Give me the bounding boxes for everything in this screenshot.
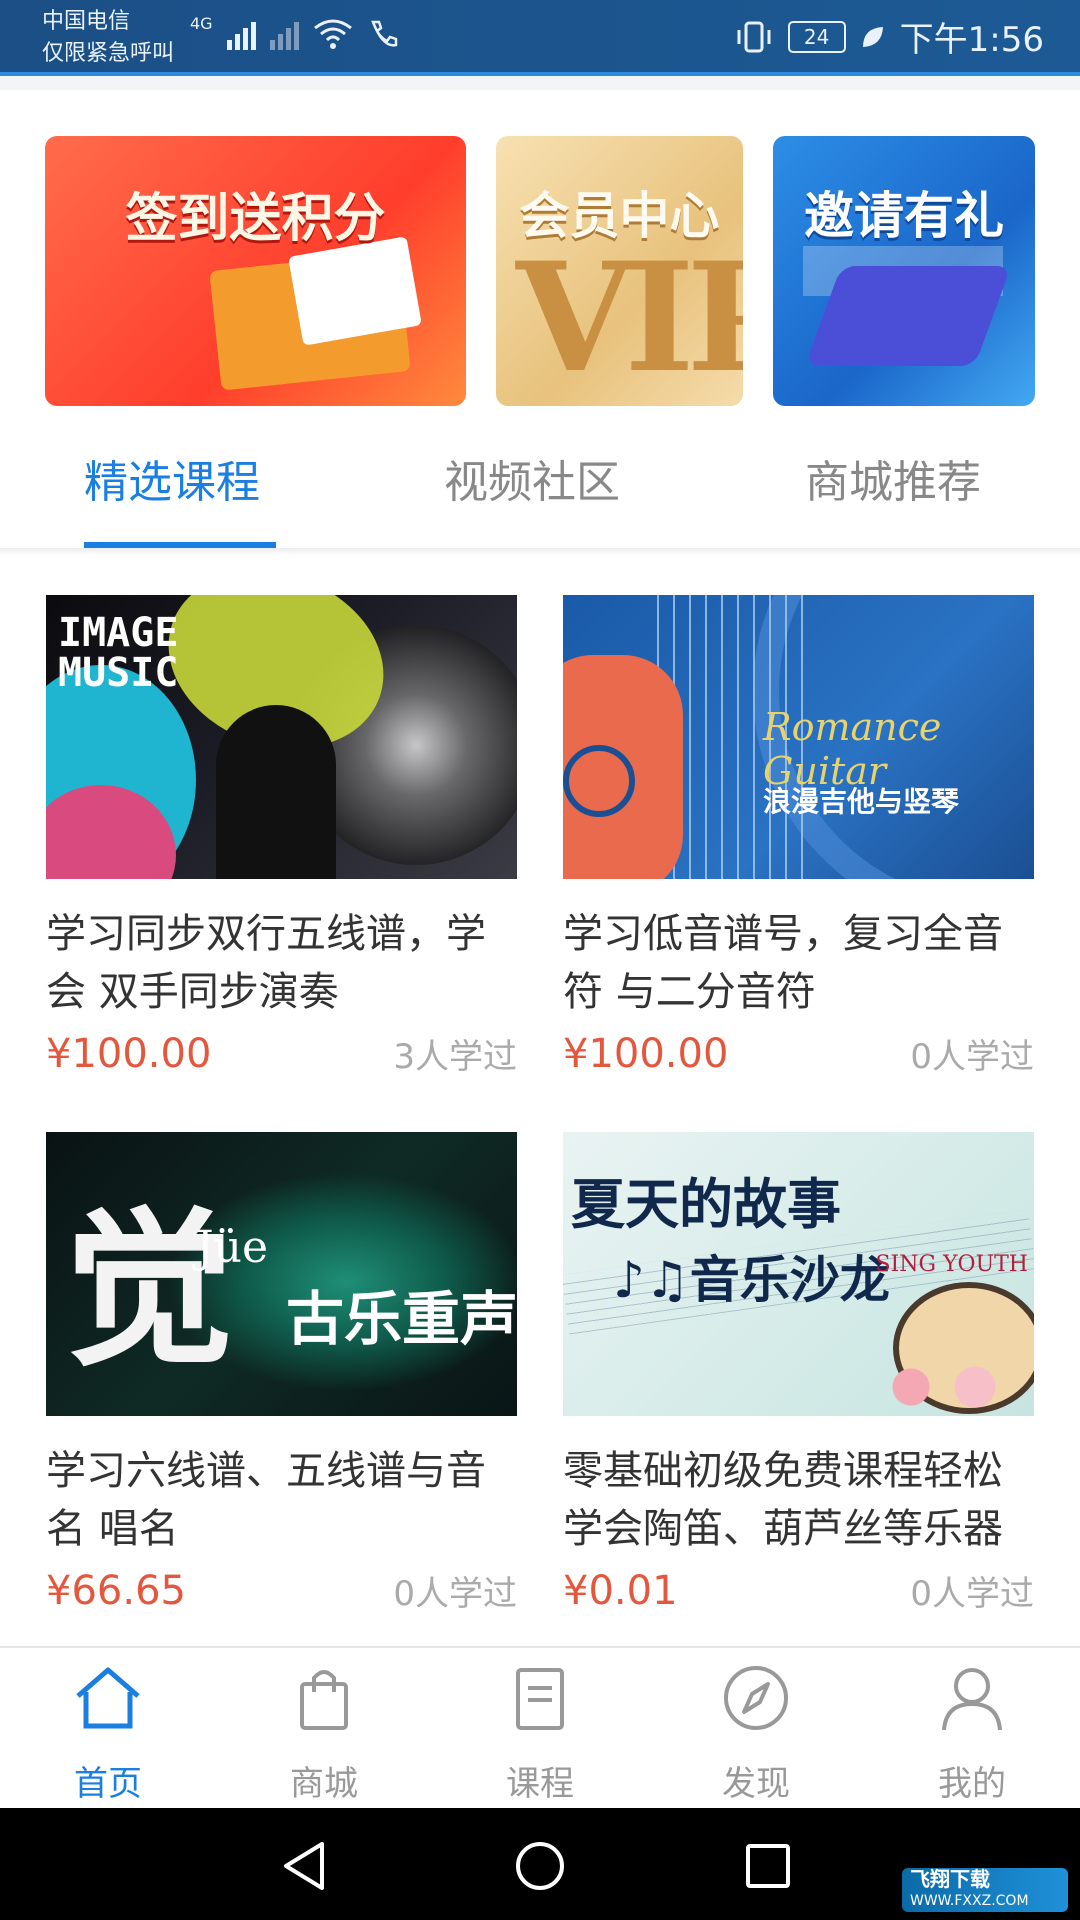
watermark-logo: 飞翔下载 WWW.FXXZ.COM: [902, 1868, 1068, 1912]
header-accent-line: [0, 72, 1080, 76]
learned-count: 0人学过: [393, 1574, 517, 1614]
status-bar: 中国电信 仅限紧急呼叫 4G 24 下午1:56: [0, 0, 1080, 72]
banner-title: 邀请有礼: [804, 187, 1004, 245]
nav-label: 我的: [938, 1764, 1006, 1804]
system-nav-bar: 飞翔下载 WWW.FXXZ.COM: [0, 1808, 1080, 1920]
course-meta: ¥66.65 0人学过: [46, 1566, 517, 1615]
course-thumbnail: 觉 Jüe 古乐重声: [46, 1132, 517, 1416]
home-icon: [76, 1667, 140, 1729]
thumb-glyph: 觉: [64, 1192, 235, 1390]
nav-mall[interactable]: 商城: [216, 1648, 432, 1810]
tab-video-community[interactable]: 视频社区: [444, 446, 620, 510]
tab-featured-courses[interactable]: 精选课程: [84, 446, 260, 510]
shopping-bag-icon: [300, 1670, 348, 1730]
course-thumbnail: IMAGE MUSIC: [46, 595, 517, 879]
tab-divider: [0, 548, 1080, 556]
phone-illustration: [804, 266, 1012, 366]
thumb-subtitle: ♪♫音乐沙龙: [613, 1250, 890, 1309]
course-price: ¥0.01: [563, 1567, 678, 1614]
clock: 下午1:56: [899, 20, 1044, 60]
battery-level: 24: [803, 24, 830, 49]
bottom-nav: 首页 商城 课程 发现 我的: [0, 1646, 1080, 1810]
learned-count: 0人学过: [910, 1574, 1034, 1614]
course-price: ¥100.00: [563, 1030, 729, 1077]
course-title: 学习六线谱、五线谱与音名 唱名: [46, 1448, 486, 1552]
thumb-side-text: SING YOUTH: [875, 1252, 1028, 1277]
person-icon: [942, 1668, 1002, 1731]
course-thumbnail: 夏天的故事 ♪♫音乐沙龙 SING YOUTH: [563, 1132, 1034, 1416]
home-circle-icon[interactable]: [514, 1840, 566, 1892]
guitar-soundhole: [563, 745, 635, 817]
network-icons: 4G: [190, 14, 403, 50]
thumb-title: 夏天的故事: [571, 1172, 841, 1236]
back-icon[interactable]: [280, 1840, 330, 1892]
thumb-text: IMAGE MUSIC: [58, 610, 179, 696]
course-card[interactable]: 夏天的故事 ♪♫音乐沙龙 SING YOUTH 零基础初级免费课程轻松学会陶笛、…: [563, 1132, 1034, 1615]
tab-mall-recommend[interactable]: 商城推荐: [805, 446, 981, 510]
vip-logo: VIP: [516, 230, 743, 406]
course-title: 零基础初级免费课程轻松学会陶笛、葫芦丝等乐器: [563, 1448, 1003, 1552]
banner-membership[interactable]: VIP 会员中心: [496, 136, 743, 406]
banner-title: 会员中心: [519, 187, 720, 245]
learned-count: 3人学过: [393, 1037, 517, 1077]
course-meta: ¥100.00 3人学过: [46, 1029, 517, 1078]
battery-icon: 24: [787, 20, 846, 53]
nav-label: 课程: [506, 1764, 574, 1804]
status-right: 24 下午1:56: [734, 12, 1044, 61]
compass-icon: [724, 1666, 788, 1730]
banner-title: 签到送积分: [125, 189, 386, 249]
banner-checkin[interactable]: 签到送积分: [45, 136, 466, 406]
thumb-text-en: Jüe: [196, 1222, 269, 1273]
watermark-line1: 飞翔下载: [910, 1867, 990, 1891]
wifi-call-icon: [370, 20, 397, 47]
cellist-figure: [216, 705, 336, 879]
nav-label: 商城: [290, 1764, 358, 1804]
course-card[interactable]: IMAGE MUSIC 学习同步双行五线谱，学会 双手同步演奏 ¥100.00 …: [46, 595, 517, 1078]
nav-home[interactable]: 首页: [0, 1648, 216, 1810]
course-title: 学习低音谱号，复习全音符 与二分音符: [563, 911, 1003, 1015]
vibrate-icon: [737, 21, 771, 52]
banner-invite[interactable]: 邀请有礼: [773, 136, 1035, 406]
course-card[interactable]: Romance Guitar 浪漫吉他与竖琴 学习低音谱号，复习全音符 与二分音…: [563, 595, 1034, 1078]
nav-discover[interactable]: 发现: [648, 1648, 864, 1810]
network-type-label: 4G: [190, 14, 213, 33]
thumb-text-cn: 古乐重声: [286, 1285, 517, 1353]
course-thumbnail: Romance Guitar 浪漫吉他与竖琴: [563, 595, 1034, 879]
nav-courses[interactable]: 课程: [432, 1648, 648, 1810]
carrier-name: 中国电信: [42, 9, 131, 34]
leaf-icon: [862, 26, 883, 47]
carrier-status: 仅限紧急呼叫: [42, 41, 175, 66]
document-icon: [516, 1668, 564, 1730]
nav-label: 首页: [74, 1764, 142, 1804]
watermark-line2: WWW.FXXZ.COM: [910, 1893, 1029, 1909]
course-meta: ¥100.00 0人学过: [563, 1029, 1034, 1078]
course-card[interactable]: 觉 Jüe 古乐重声 学习六线谱、五线谱与音名 唱名 ¥66.65 0人学过: [46, 1132, 517, 1615]
flowers-decoration: [863, 1352, 1023, 1416]
course-price: ¥66.65: [46, 1567, 186, 1614]
wifi-icon: [313, 19, 352, 49]
learned-count: 0人学过: [910, 1037, 1034, 1077]
course-price: ¥100.00: [46, 1030, 212, 1077]
signal-icon: [226, 14, 256, 50]
recents-icon[interactable]: [744, 1842, 792, 1890]
signal-no-sim-icon: [269, 14, 299, 50]
course-title: 学习同步双行五线谱，学会 双手同步演奏: [46, 911, 486, 1015]
course-meta: ¥0.01 0人学过: [563, 1566, 1034, 1615]
nav-mine[interactable]: 我的: [864, 1648, 1080, 1810]
nav-label: 发现: [722, 1764, 790, 1804]
carrier-info: 中国电信 仅限紧急呼叫: [42, 6, 174, 70]
thumb-text-cn: 浪漫吉他与竖琴: [763, 785, 960, 818]
